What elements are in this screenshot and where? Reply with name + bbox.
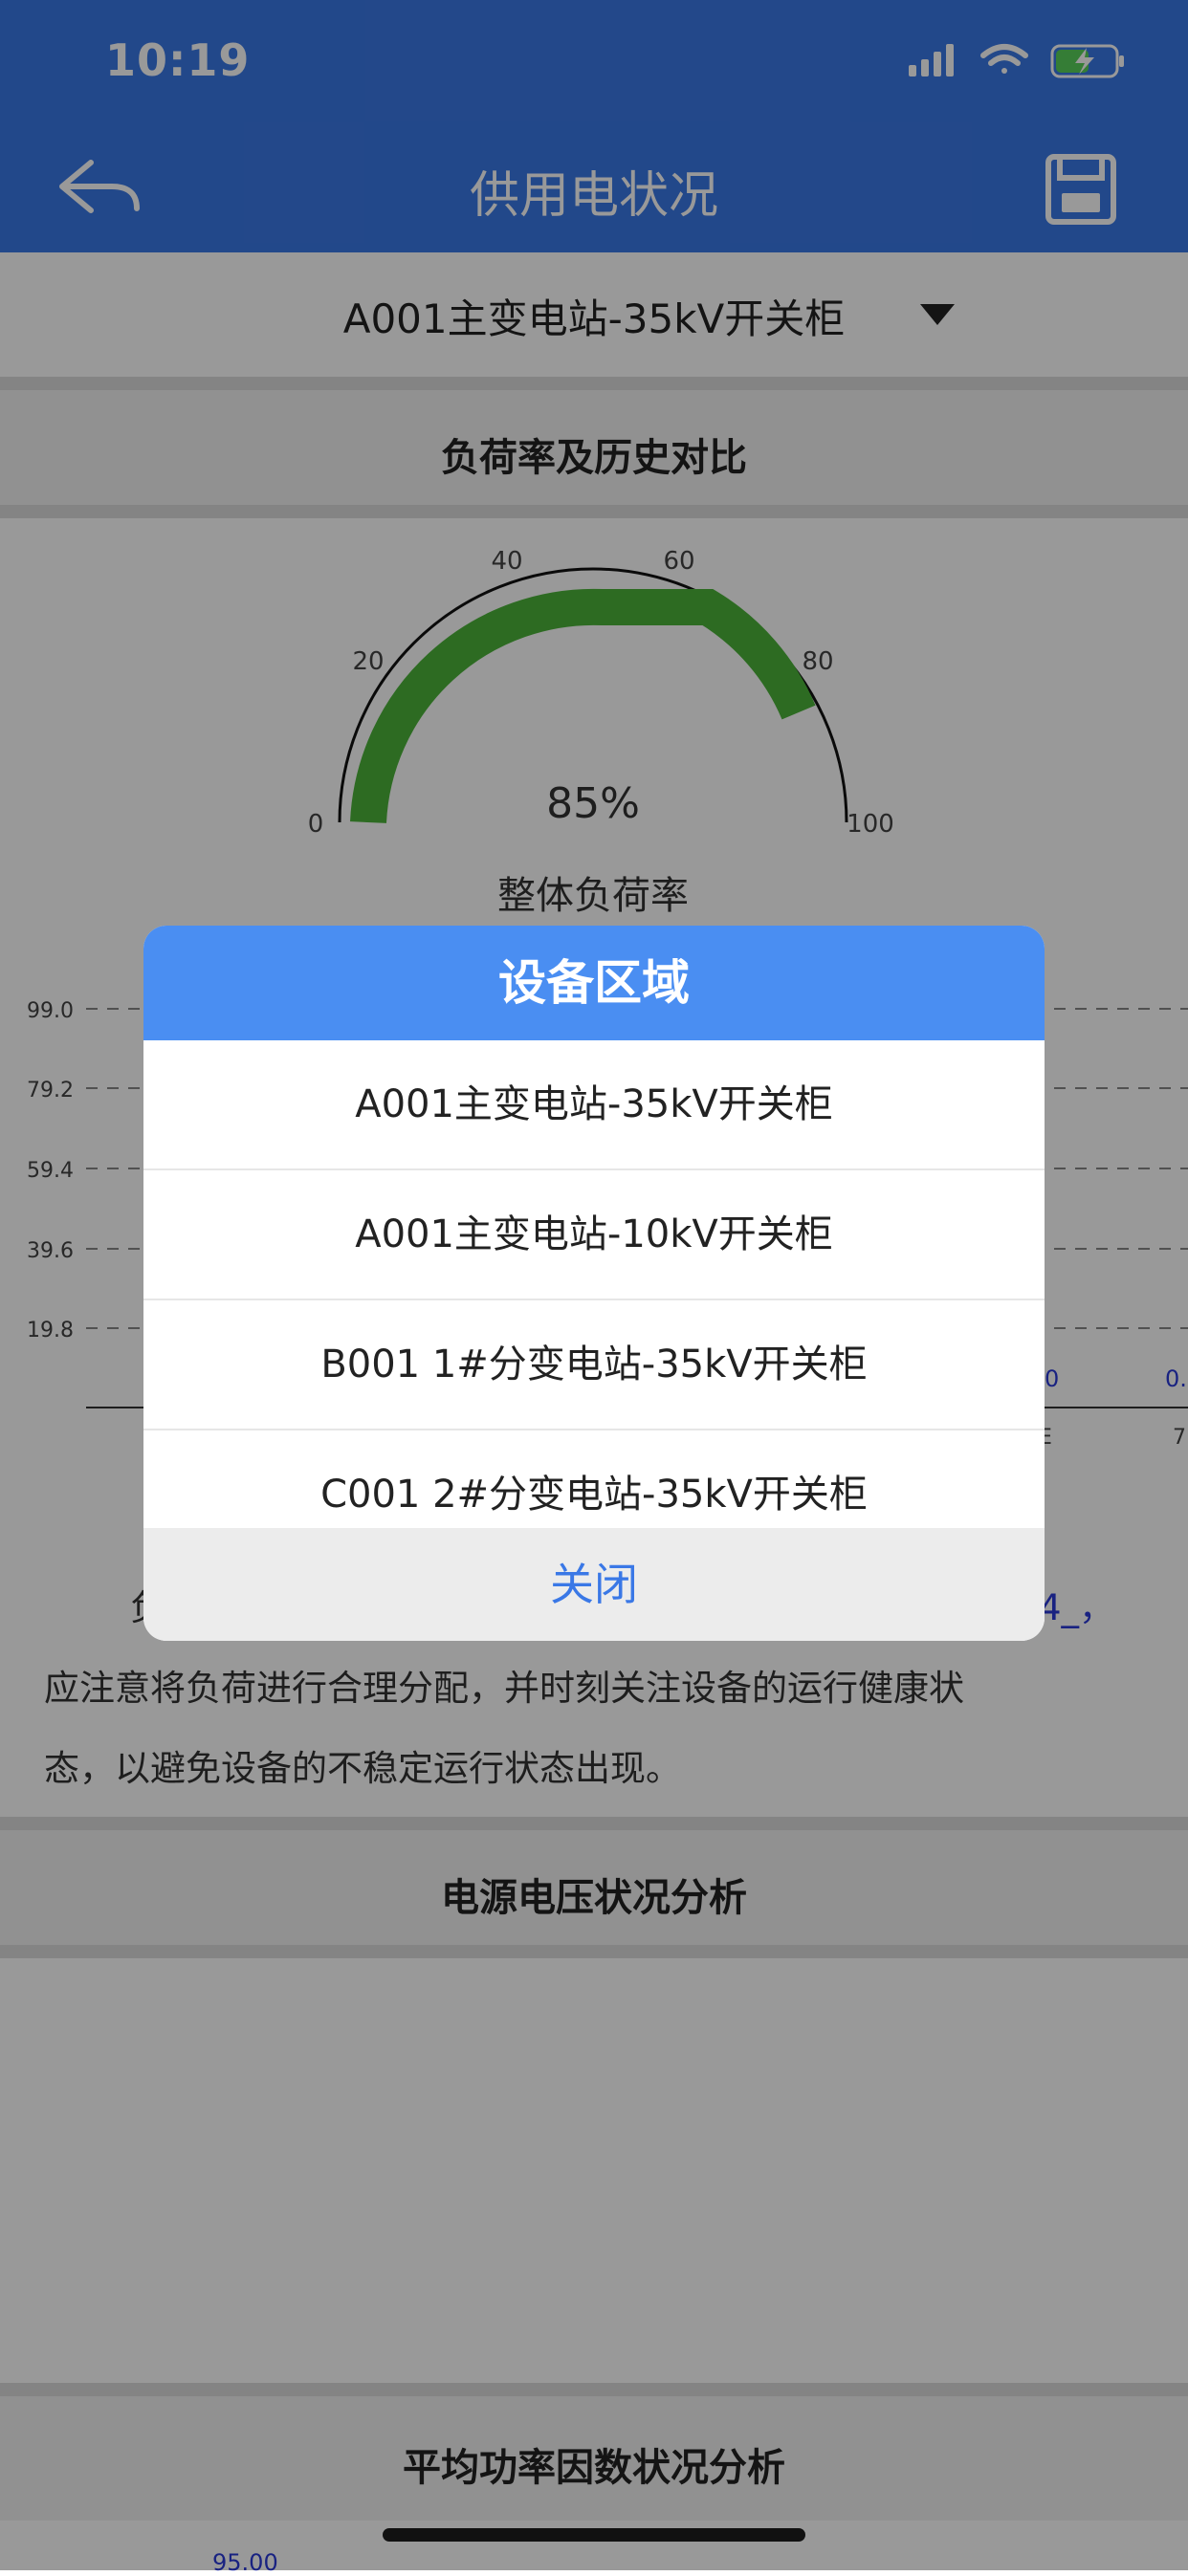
option-a001-10kv[interactable]: A001主变电站-10kV开关柜 xyxy=(143,1170,1045,1300)
device-area-modal: 设备区域 A001主变电站-35kV开关柜 A001主变电站-10kV开关柜 B… xyxy=(143,926,1045,1641)
close-button[interactable]: 关闭 xyxy=(143,1528,1045,1641)
modal-title: 设备区域 xyxy=(143,926,1045,1040)
home-indicator xyxy=(383,2528,805,2542)
option-b001-35kv[interactable]: B001 1#分变电站-35kV开关柜 xyxy=(143,1300,1045,1430)
option-a001-35kv[interactable]: A001主变电站-35kV开关柜 xyxy=(143,1040,1045,1170)
